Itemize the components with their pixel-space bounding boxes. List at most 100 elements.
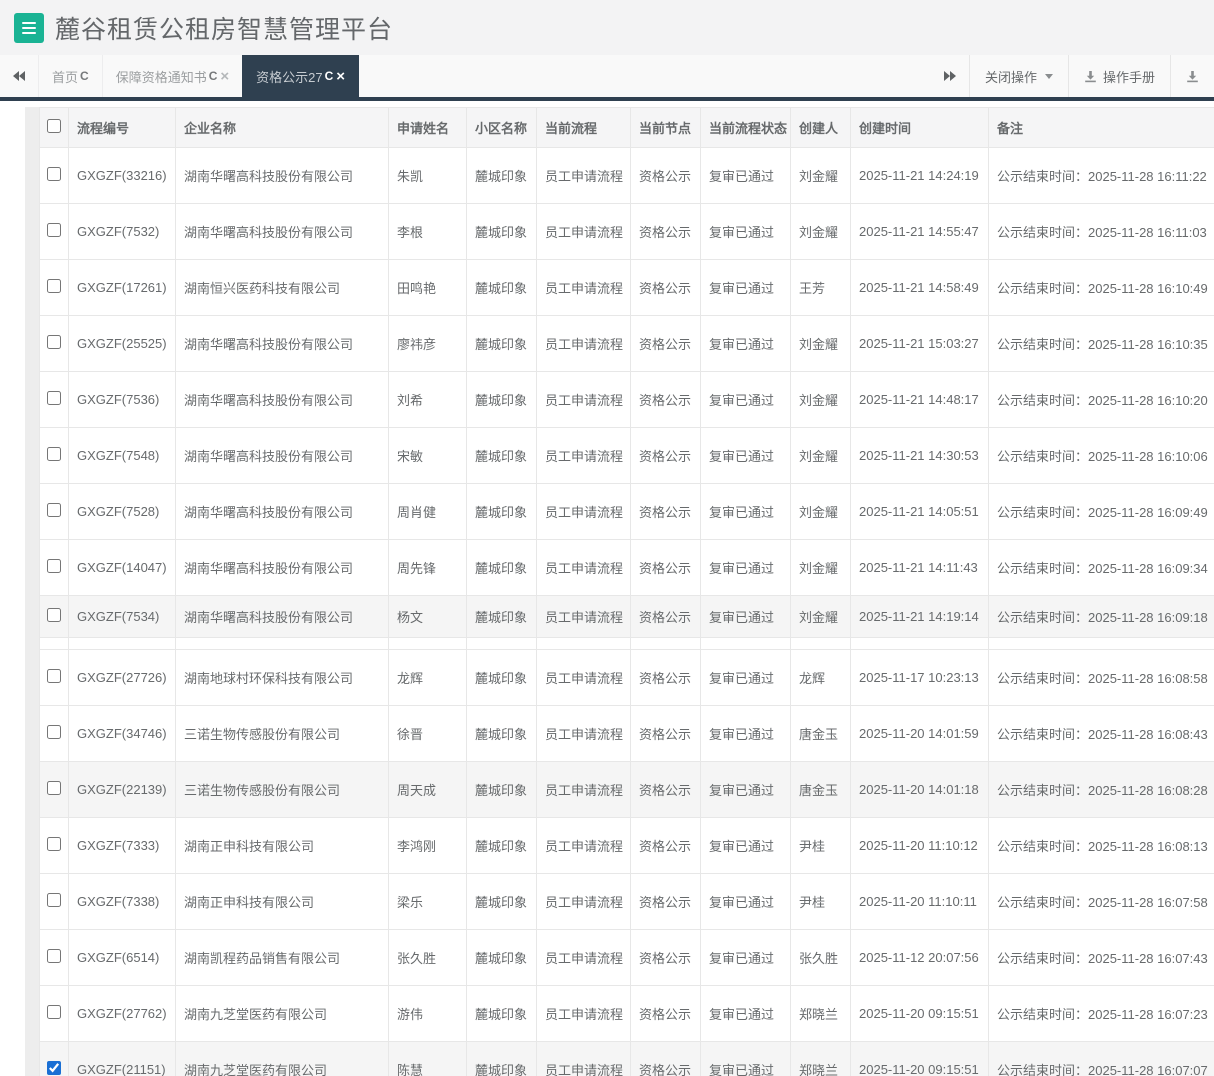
- cell-status: 复审已通过: [701, 1042, 791, 1076]
- cell-remark: 公示结束时间：2025-11-28 16:10:06: [989, 428, 1214, 484]
- cell-id: GXGZF(25525): [69, 316, 176, 372]
- tab-home[interactable]: 首页 C: [38, 55, 103, 97]
- close-icon[interactable]: ×: [336, 69, 345, 84]
- cell-node: 资格公示: [631, 762, 701, 818]
- refresh-icon[interactable]: C: [209, 69, 218, 83]
- cell-id: GXGZF(7548): [69, 428, 176, 484]
- column-header: 小区名称: [467, 108, 537, 148]
- table-row[interactable]: GXGZF(14047)湖南华曙高科技股份有限公司周先锋麓城印象员工申请流程资格…: [40, 540, 1214, 596]
- row-checkbox-cell: [40, 1042, 69, 1076]
- cell-remark: 公示结束时间：2025-11-28 16:08:43: [989, 706, 1214, 762]
- operation-manual-button[interactable]: 操作手册: [1069, 55, 1170, 97]
- row-checkbox[interactable]: [47, 1005, 61, 1019]
- cell-company: 湖南正申科技有限公司: [176, 874, 389, 930]
- row-checkbox[interactable]: [47, 391, 61, 405]
- cell-applicant: 杨文: [389, 596, 467, 638]
- cell-community: 麓城印象: [467, 204, 537, 260]
- hamburger-menu-button[interactable]: [14, 13, 44, 43]
- cell-process: 员工申请流程: [537, 148, 631, 204]
- cell-company: 湖南地球村环保科技有限公司: [176, 650, 389, 706]
- cell-creator: 刘金耀: [791, 596, 851, 638]
- cell-id: GXGZF(17261): [69, 260, 176, 316]
- row-checkbox[interactable]: [47, 223, 61, 237]
- cell-created: 2025-11-21 14:24:19: [851, 148, 989, 204]
- row-checkbox[interactable]: [47, 335, 61, 349]
- cell-process: 员工申请流程: [537, 204, 631, 260]
- cell-remark: 公示结束时间：2025-11-28 16:07:43: [989, 930, 1214, 986]
- row-checkbox[interactable]: [47, 949, 61, 963]
- cell-node: 资格公示: [631, 372, 701, 428]
- table-row[interactable]: GXGZF(7528)湖南华曙高科技股份有限公司周肖健麓城印象员工申请流程资格公…: [40, 484, 1214, 540]
- cell-creator: 尹桂: [791, 874, 851, 930]
- row-checkbox-cell: [40, 762, 69, 818]
- table-row[interactable]: GXGZF(6514)湖南凯程药品销售有限公司张久胜麓城印象员工申请流程资格公示…: [40, 930, 1214, 986]
- cell-status: 复审已通过: [701, 874, 791, 930]
- row-checkbox[interactable]: [47, 725, 61, 739]
- table-row[interactable]: GXGZF(7536)湖南华曙高科技股份有限公司刘希麓城印象员工申请流程资格公示…: [40, 372, 1214, 428]
- cell-status: 复审已通过: [701, 428, 791, 484]
- cell-creator: 刘金耀: [791, 428, 851, 484]
- cell-process: 员工申请流程: [537, 986, 631, 1042]
- row-checkbox[interactable]: [47, 559, 61, 573]
- cell-process: 员工申请流程: [537, 316, 631, 372]
- select-all-checkbox[interactable]: [47, 119, 61, 133]
- cell-remark: 公示结束时间：2025-11-28 16:10:35: [989, 316, 1214, 372]
- cell-created: 2025-11-21 14:48:17: [851, 372, 989, 428]
- cell-community: 麓城印象: [467, 706, 537, 762]
- cell-community: 麓城印象: [467, 596, 537, 638]
- download-icon: [1084, 70, 1097, 83]
- cell-company: 湖南华曙高科技股份有限公司: [176, 428, 389, 484]
- table-row[interactable]: GXGZF(7532)湖南华曙高科技股份有限公司李根麓城印象员工申请流程资格公示…: [40, 204, 1214, 260]
- row-checkbox-cell: [40, 540, 69, 596]
- tab-qualification-publicity[interactable]: 资格公示27 C ×: [242, 55, 359, 97]
- table-row[interactable]: GXGZF(7338)湖南正申科技有限公司梁乐麓城印象员工申请流程资格公示复审已…: [40, 874, 1214, 930]
- row-checkbox[interactable]: [47, 893, 61, 907]
- table-row[interactable]: GXGZF(21151)湖南九芝堂医药有限公司陈慧麓城印象员工申请流程资格公示复…: [40, 1042, 1214, 1076]
- table-row[interactable]: GXGZF(22139)三诺生物传感股份有限公司周天成麓城印象员工申请流程资格公…: [40, 762, 1214, 818]
- refresh-icon[interactable]: C: [325, 69, 334, 83]
- cell-creator: 刘金耀: [791, 484, 851, 540]
- cell-status: 复审已通过: [701, 204, 791, 260]
- table-row[interactable]: GXGZF(7333)湖南正申科技有限公司李鸿刚麓城印象员工申请流程资格公示复审…: [40, 818, 1214, 874]
- tab-notice[interactable]: 保障资格通知书 C ×: [102, 55, 243, 97]
- table-row[interactable]: GXGZF(7548)湖南华曙高科技股份有限公司宋敏麓城印象员工申请流程资格公示…: [40, 428, 1214, 484]
- row-checkbox[interactable]: [47, 503, 61, 517]
- row-checkbox[interactable]: [47, 1061, 61, 1075]
- table-container: 流程编号企业名称申请姓名小区名称当前流程当前节点当前流程状态创建人创建时间备注 …: [39, 107, 1214, 1076]
- cell-creator: 张久胜: [791, 930, 851, 986]
- close-icon[interactable]: ×: [220, 69, 229, 84]
- cell-process: 员工申请流程: [537, 706, 631, 762]
- row-checkbox-cell: [40, 204, 69, 260]
- table-row[interactable]: GXGZF(7534)湖南华曙高科技股份有限公司杨文麓城印象员工申请流程资格公示…: [40, 596, 1214, 638]
- row-checkbox[interactable]: [47, 167, 61, 181]
- row-checkbox-cell: [40, 372, 69, 428]
- row-checkbox-cell: [40, 484, 69, 540]
- close-operations-dropdown[interactable]: 关闭操作: [970, 55, 1068, 97]
- row-checkbox[interactable]: [47, 279, 61, 293]
- cell-status: 复审已通过: [701, 762, 791, 818]
- scroll-tabs-left-button[interactable]: [0, 55, 38, 97]
- table-row[interactable]: GXGZF(27762)湖南九芝堂医药有限公司游伟麓城印象员工申请流程资格公示复…: [40, 986, 1214, 1042]
- row-checkbox[interactable]: [47, 447, 61, 461]
- scroll-tabs-right-button[interactable]: [931, 55, 969, 97]
- refresh-icon[interactable]: C: [80, 69, 89, 83]
- caret-down-icon: [1045, 74, 1053, 79]
- table-row[interactable]: GXGZF(33216)湖南华曙高科技股份有限公司朱凯麓城印象员工申请流程资格公…: [40, 148, 1214, 204]
- cell-remark: 公示结束时间：2025-11-28 16:09:49: [989, 484, 1214, 540]
- table-row[interactable]: GXGZF(34746)三诺生物传感股份有限公司徐晋麓城印象员工申请流程资格公示…: [40, 706, 1214, 762]
- row-checkbox[interactable]: [47, 837, 61, 851]
- row-checkbox[interactable]: [47, 781, 61, 795]
- extra-action-button[interactable]: [1171, 55, 1214, 97]
- table-row[interactable]: GXGZF(27726)湖南地球村环保科技有限公司龙辉麓城印象员工申请流程资格公…: [40, 650, 1214, 706]
- cell-remark: 公示结束时间：2025-11-28 16:11:22: [989, 148, 1214, 204]
- cell-applicant: 李鸿刚: [389, 818, 467, 874]
- cell-process: 员工申请流程: [537, 484, 631, 540]
- table-row[interactable]: GXGZF(25525)湖南华曙高科技股份有限公司廖祎彦麓城印象员工申请流程资格…: [40, 316, 1214, 372]
- table-row[interactable]: GXGZF(17261)湖南恒兴医药科技有限公司田鸣艳麓城印象员工申请流程资格公…: [40, 260, 1214, 316]
- cell-status: 复审已通过: [701, 818, 791, 874]
- row-checkbox[interactable]: [47, 669, 61, 683]
- cell-community: 麓城印象: [467, 484, 537, 540]
- cell-community: 麓城印象: [467, 428, 537, 484]
- row-checkbox[interactable]: [47, 608, 61, 622]
- cell-id: GXGZF(7333): [69, 818, 176, 874]
